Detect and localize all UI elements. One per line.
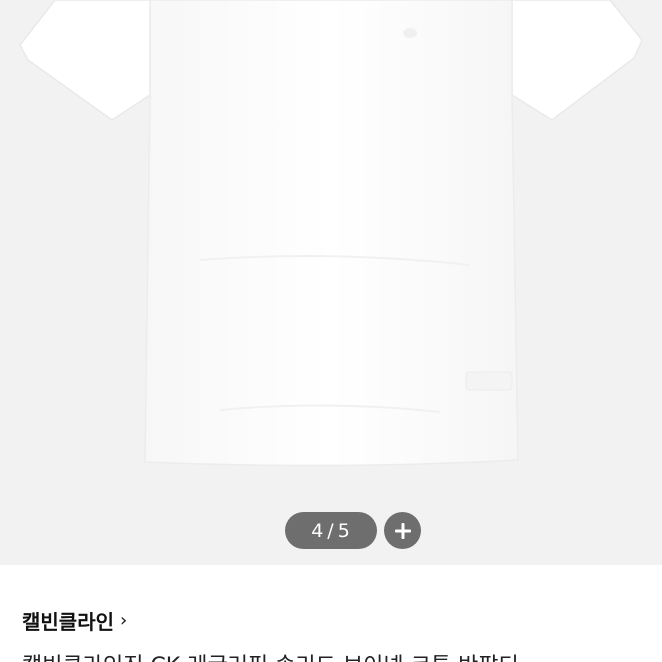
plus-icon <box>394 522 411 539</box>
hem-label <box>465 371 513 391</box>
shirt-body <box>144 0 519 467</box>
left-sleeve <box>19 0 151 121</box>
brand-link[interactable]: 캘빈클라인 › <box>22 605 127 635</box>
product-image-gallery[interactable]: 4 / 5 <box>0 0 662 565</box>
product-title: 캘빈클라인진 CK 레귤러핏 솔리드 브이넥 코튼 반팔티 <box>22 648 662 662</box>
pager-separator: / <box>327 519 335 542</box>
zoom-image-button[interactable] <box>384 512 421 549</box>
product-info: 캘빈클라인 › 캘빈클라인진 CK 레귤러핏 솔리드 브이넥 코튼 반팔티 <box>0 565 662 662</box>
image-pager: 4 / 5 <box>285 512 377 549</box>
brand-name: 캘빈클라인 <box>22 609 114 634</box>
right-sleeve <box>511 0 643 121</box>
pager-total: 5 <box>337 519 351 542</box>
chevron-right-icon: › <box>120 609 128 631</box>
chest-logo <box>403 28 417 38</box>
pager-current: 4 <box>311 519 325 542</box>
product-image <box>19 0 643 467</box>
